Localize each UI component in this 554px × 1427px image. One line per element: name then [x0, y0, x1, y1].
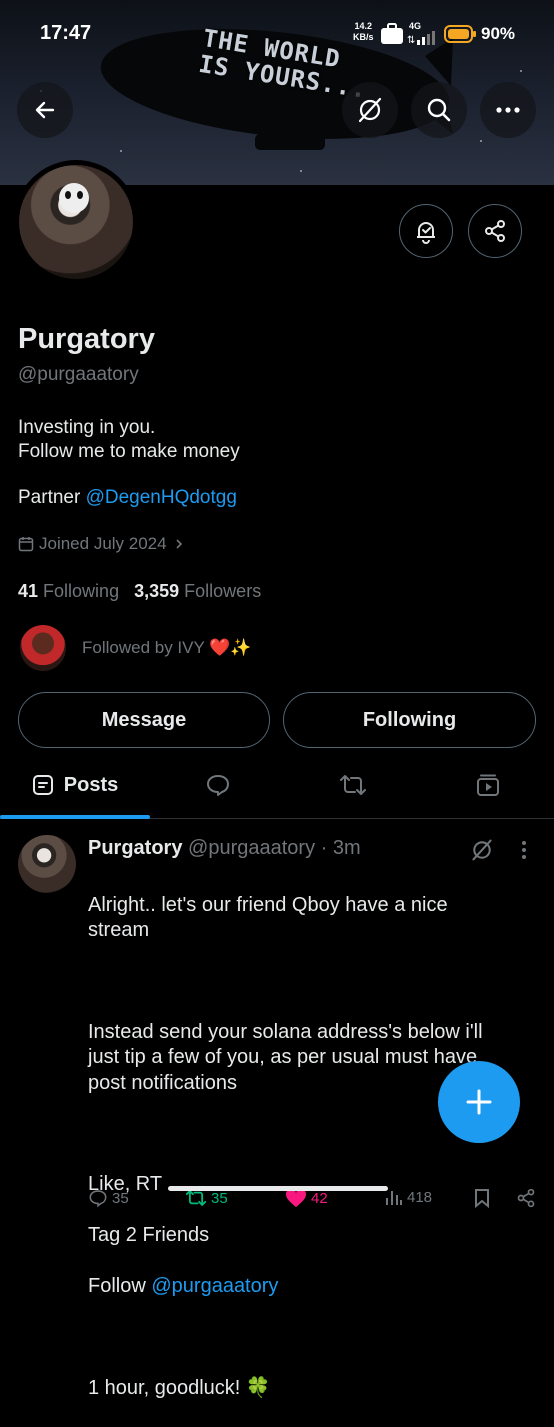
more-button[interactable] — [480, 82, 536, 138]
tweet-paragraph: 1 hour, goodluck! 🍀 — [88, 1376, 271, 1399]
star — [300, 170, 302, 172]
reply-icon — [206, 775, 229, 796]
bio-line: Follow me to make money — [18, 441, 240, 462]
following-label: Following — [43, 581, 120, 601]
share-icon — [485, 220, 505, 242]
retweet-count: 35 — [211, 1189, 228, 1207]
views-count: 418 — [407, 1188, 433, 1206]
like-action[interactable]: 42 — [285, 1188, 328, 1208]
tweet-text: Follow — [88, 1275, 152, 1297]
heart-icon — [285, 1188, 307, 1208]
profile-handle: @purgaaatory — [18, 364, 139, 385]
tweet-line: Follow @purgaaatory — [88, 1274, 508, 1300]
avatar-mask-eye — [65, 191, 71, 199]
profile-bio: Investing in you. Follow me to make mone… — [18, 416, 240, 464]
status-time: 17:47 — [40, 22, 92, 44]
network-type: 4G — [409, 21, 422, 31]
tweet-header: Purgatory @purgaaatory · 3m — [88, 837, 361, 860]
net-speed-value: 14.2 — [354, 21, 373, 31]
follow-stats: 41 Following 3,359 Followers — [18, 581, 261, 602]
followers-label: Followers — [184, 581, 262, 601]
bio-line: Investing in you. — [18, 417, 156, 438]
tweet-time: 3m — [332, 837, 361, 859]
briefcase-icon — [381, 23, 403, 44]
calendar-icon — [18, 537, 34, 552]
back-button[interactable] — [17, 82, 73, 138]
tweet-paragraph: Alright.. let's our friend Qboy have a n… — [88, 893, 448, 942]
profile-tabs: Posts — [0, 752, 554, 819]
more-vertical-icon[interactable] — [521, 840, 527, 860]
battery-percent: 90% — [481, 24, 516, 43]
repost-icon — [339, 775, 366, 795]
net-speed-unit: KB/s — [353, 32, 374, 42]
followed-by-avatar[interactable] — [20, 625, 66, 671]
repost-icon — [185, 1190, 207, 1206]
tab-media[interactable] — [430, 752, 545, 818]
tweet-line: Tag 2 Friends — [88, 1224, 210, 1246]
plus-icon — [466, 1089, 492, 1115]
svg-text:⇅: ⇅ — [407, 35, 415, 45]
joined-text: Joined July 2024 — [39, 534, 167, 553]
active-tab-indicator — [0, 815, 150, 819]
views-action[interactable]: 418 — [385, 1188, 432, 1206]
avatar-mask-eye — [77, 191, 83, 199]
bell-check-icon — [417, 222, 435, 244]
profile-partner: Partner @DegenHQdotgg — [18, 487, 237, 509]
chevron-right-icon — [176, 539, 182, 549]
star — [520, 70, 522, 72]
following-link[interactable]: 41 Following — [18, 581, 119, 601]
grok-icon — [358, 97, 382, 123]
grok-button[interactable] — [342, 82, 398, 138]
tweet-author-handle[interactable]: @purgaaatory — [188, 837, 315, 859]
bookmark-action[interactable] — [474, 1188, 490, 1208]
followers-link[interactable]: 3,359 Followers — [134, 581, 261, 601]
partner-label: Partner — [18, 487, 86, 508]
posts-icon — [32, 775, 53, 795]
video-icon — [476, 774, 499, 796]
home-indicator[interactable] — [168, 1186, 388, 1191]
share-icon — [517, 1188, 535, 1208]
share-action[interactable] — [516, 1188, 536, 1208]
tweet-body[interactable]: Alright.. let's our friend Qboy have a n… — [88, 867, 508, 1427]
net-speed: 14.2 KB/s — [353, 21, 374, 43]
compose-post-button[interactable] — [438, 1061, 520, 1143]
tab-reposts[interactable] — [295, 752, 410, 818]
followers-count: 3,359 — [134, 581, 180, 601]
tweet-author-name[interactable]: Purgatory — [88, 837, 182, 859]
following-button[interactable]: Following — [283, 692, 536, 748]
tab-posts-label: Posts — [63, 773, 119, 796]
tweet-avatar[interactable] — [18, 835, 76, 893]
notifications-button[interactable] — [399, 204, 453, 258]
star — [480, 140, 482, 142]
views-icon — [386, 1191, 402, 1205]
profile-avatar[interactable] — [14, 160, 138, 284]
message-button[interactable]: Message — [18, 692, 270, 748]
retweet-action[interactable]: 35 — [185, 1188, 228, 1208]
joined-date[interactable]: Joined July 2024 — [18, 534, 186, 554]
tab-posts[interactable]: Posts — [0, 752, 150, 819]
profile-name: Purgatory — [18, 323, 155, 355]
battery-icon — [444, 25, 476, 43]
reply-count: 35 — [112, 1189, 129, 1207]
partner-mention-link[interactable]: @DegenHQdotgg — [86, 487, 237, 508]
tweet-mention-link[interactable]: @purgaaatory — [151, 1275, 278, 1297]
arrow-left-icon — [35, 101, 55, 119]
status-bar: 17:47 14.2 KB/s 4G ⇅ 90% — [0, 0, 554, 70]
bookmark-icon — [475, 1189, 489, 1208]
signal-icon: ⇅ — [407, 31, 435, 45]
share-profile-button[interactable] — [468, 204, 522, 258]
avatar-image — [19, 165, 133, 279]
reply-icon — [89, 1190, 107, 1208]
more-horizontal-icon — [496, 107, 520, 113]
like-count: 42 — [311, 1189, 328, 1207]
search-icon — [427, 98, 451, 122]
avatar-mask — [59, 183, 89, 213]
following-count: 41 — [18, 581, 39, 601]
followed-by-text[interactable]: Followed by IVY ❤️✨ — [82, 638, 252, 658]
reply-action[interactable]: 35 — [88, 1188, 129, 1208]
grok-icon[interactable] — [470, 838, 494, 862]
tab-replies[interactable] — [160, 752, 275, 818]
search-button[interactable] — [411, 82, 467, 138]
tweet-separator: · — [315, 837, 333, 859]
